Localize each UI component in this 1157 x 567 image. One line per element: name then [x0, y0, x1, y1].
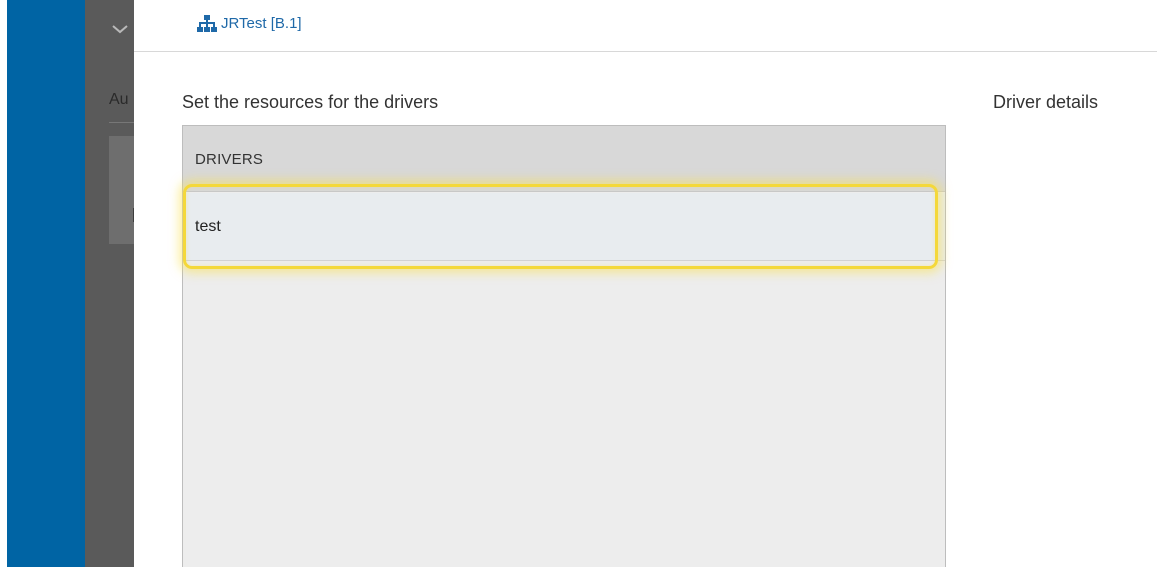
page: Au JRTest [B.1] Set the resources for th…	[0, 0, 1157, 567]
breadcrumb-label: JRTest [B.1]	[221, 14, 302, 32]
driver-resources-dialog: JRTest [B.1] Set the resources for the d…	[134, 0, 1157, 567]
breadcrumb[interactable]: JRTest [B.1]	[197, 12, 302, 34]
table-row[interactable]: test	[183, 193, 945, 261]
background-divider	[109, 122, 134, 123]
background-card	[109, 136, 134, 244]
drivers-table-header: DRIVERS	[183, 126, 945, 192]
left-strip	[0, 0, 7, 567]
chevron-down-icon[interactable]	[111, 22, 129, 40]
hierarchy-icon	[197, 14, 217, 32]
dialog-header: JRTest [B.1]	[134, 0, 1157, 52]
drivers-table: DRIVERS test	[182, 125, 946, 567]
background-label: Au	[109, 91, 129, 108]
background-panel: Au	[85, 0, 134, 567]
app-sidebar	[7, 0, 85, 567]
driver-details-title: Driver details	[993, 92, 1099, 112]
drivers-column-header: DRIVERS	[195, 151, 264, 168]
driver-name: test	[195, 218, 221, 235]
section-title: Set the resources for the drivers	[182, 92, 439, 112]
